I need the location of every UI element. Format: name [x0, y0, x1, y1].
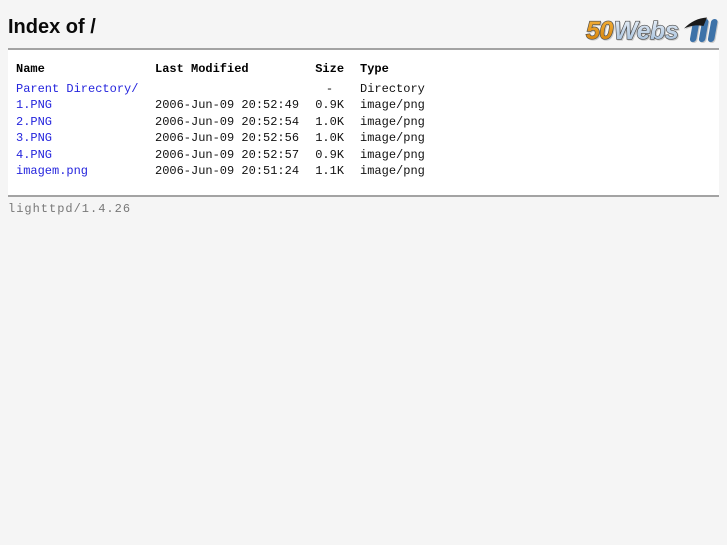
file-link[interactable]: 2.PNG [16, 115, 52, 129]
server-signature: lighttpd/1.4.26 [8, 201, 132, 216]
file-size-cell: 0.9K [315, 98, 345, 112]
file-name-cell: imagem.png [16, 164, 153, 179]
file-modified-cell: 2006-Jun-09 20:51:24 [155, 164, 300, 178]
file-link[interactable]: 3.PNG [16, 131, 52, 145]
file-type-cell: image/png [360, 147, 425, 162]
file-link[interactable]: Parent Directory/ [16, 82, 138, 96]
file-name-cell: 1.PNG [16, 98, 153, 113]
file-name-cell: 3.PNG [16, 131, 153, 146]
column-header-last-modified: Last Modified [155, 62, 249, 76]
file-type-cell: image/png [360, 131, 425, 145]
file-name-cell: Parent Directory/ [16, 82, 153, 97]
column-header-size: Size [315, 62, 345, 76]
file-size-cell: - [325, 81, 334, 96]
file-size-cell: 1.0K [315, 114, 345, 129]
file-size-cell: 0.9K [315, 147, 345, 162]
file-size-cell: 1.1K [315, 164, 345, 178]
logo-m-flag-icon [684, 17, 718, 42]
table-row: imagem.png 2006-Jun-09 20:51:24 1.1K image/… [16, 164, 439, 179]
50webs-logo-icon: 50 Webs [585, 16, 718, 45]
logo-text-webs: Webs [614, 17, 679, 45]
table-header-row: Name Last Modified Size Type [16, 62, 439, 80]
directory-listing-panel: Name Last Modified Size Type Parent Dire… [8, 48, 719, 197]
file-type-cell: image/png [360, 114, 425, 129]
file-modified-cell: 2006-Jun-09 20:52:56 [155, 131, 300, 145]
file-table: Name Last Modified Size Type Parent Dire… [14, 60, 441, 181]
file-type-cell: image/png [360, 98, 425, 112]
column-header-type: Type [360, 62, 389, 76]
directory-index-page: Index of / 50 Webs Name Last Modified Si… [0, 0, 727, 224]
table-row: 1.PNG 2006-Jun-09 20:52:49 0.9K image/png [16, 98, 439, 113]
file-type-cell: image/png [360, 164, 425, 178]
file-name-cell: 2.PNG [16, 115, 153, 130]
file-modified-cell [155, 82, 313, 97]
file-size-cell: 1.0K [315, 131, 345, 145]
table-row: Parent Directory/ - Directory [16, 82, 439, 97]
host-logo-link[interactable]: 50 Webs [584, 15, 718, 45]
table-row: 3.PNG 2006-Jun-09 20:52:56 1.0K image/png [16, 131, 439, 146]
file-modified-cell: 2006-Jun-09 20:52:49 [155, 98, 300, 112]
table-row: 4.PNG 2006-Jun-09 20:52:57 0.9K image/png [16, 148, 439, 163]
logo-text-50: 50 [586, 17, 613, 45]
file-table-body: Parent Directory/ - Directory 1.PNG 2006-Jun… [16, 82, 439, 179]
column-header-name: Name [16, 62, 45, 76]
file-link[interactable]: 4.PNG [16, 148, 52, 162]
file-link[interactable]: 1.PNG [16, 98, 52, 112]
table-row: 2.PNG 2006-Jun-09 20:52:54 1.0K image/png [16, 115, 439, 130]
file-link[interactable]: imagem.png [16, 164, 88, 178]
file-type-cell: Directory [360, 81, 425, 96]
file-modified-cell: 2006-Jun-09 20:52:57 [155, 147, 300, 162]
file-name-cell: 4.PNG [16, 148, 153, 163]
file-modified-cell: 2006-Jun-09 20:52:54 [155, 114, 300, 129]
